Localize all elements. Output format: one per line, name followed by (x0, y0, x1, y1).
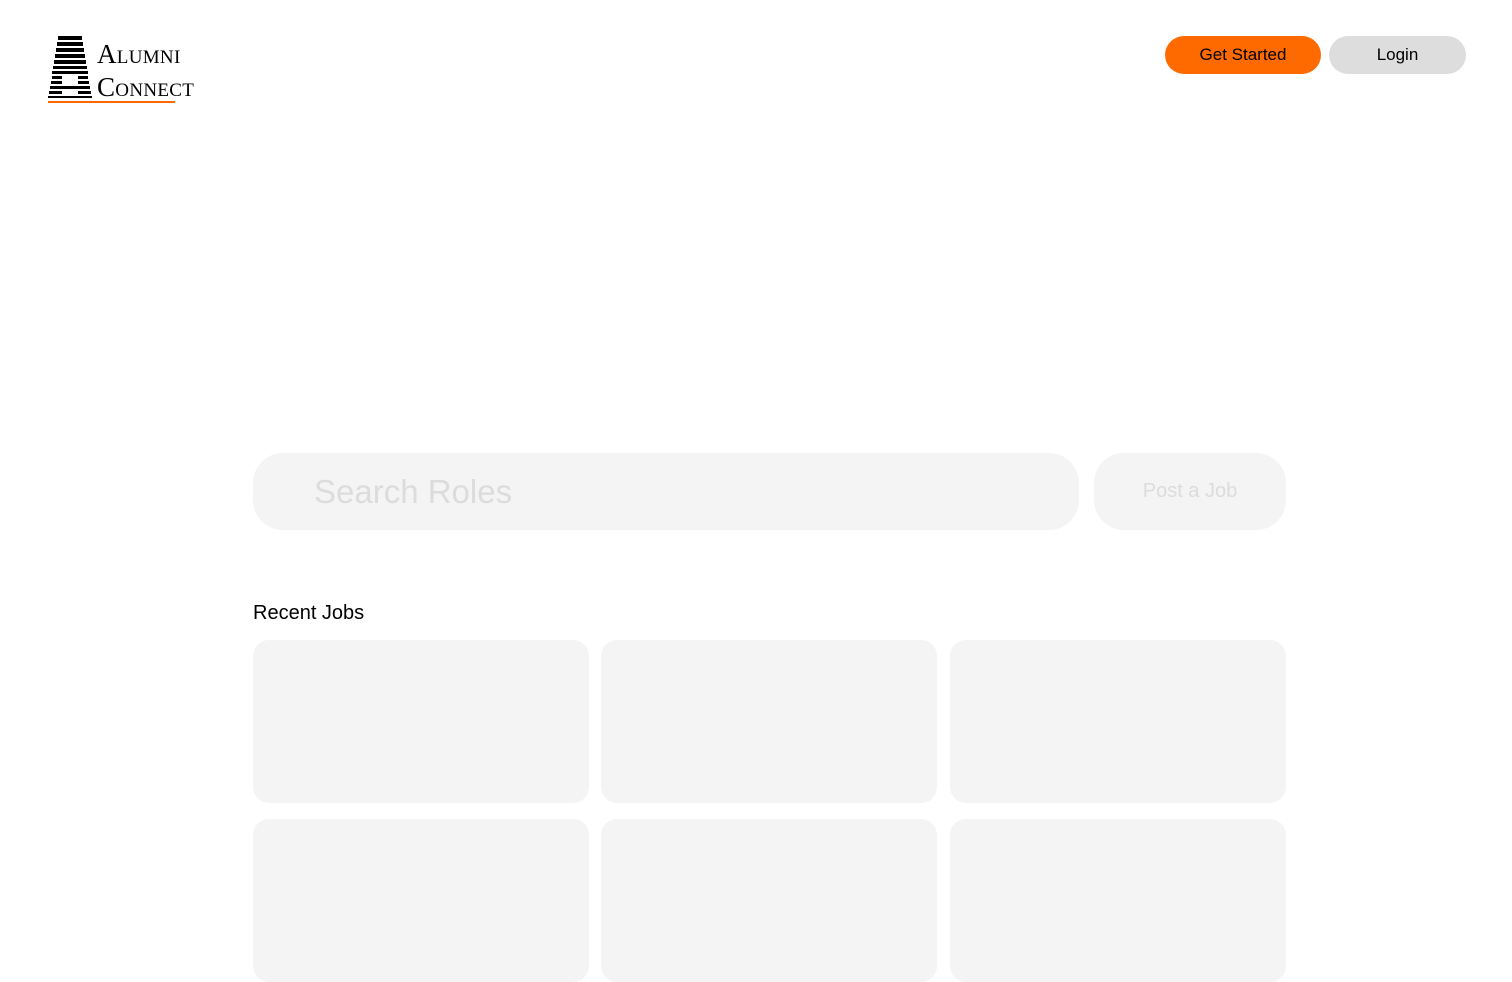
job-card[interactable] (950, 640, 1286, 803)
job-card[interactable] (253, 640, 589, 803)
post-job-button[interactable]: Post a Job (1094, 453, 1286, 530)
job-card[interactable] (601, 640, 937, 803)
job-card[interactable] (950, 819, 1286, 982)
search-roles-box (253, 453, 1079, 530)
logo-line-1: Alumni (97, 39, 181, 69)
search-roles-input[interactable] (253, 453, 1079, 530)
logo-wordmark: Alumni Connect (97, 38, 194, 104)
logo-line-2: Connect (97, 72, 195, 102)
login-button[interactable]: Login (1329, 36, 1466, 74)
logo-underline (48, 101, 175, 103)
job-card[interactable] (601, 819, 937, 982)
job-card[interactable] (253, 819, 589, 982)
pillar-a-logo-icon (48, 36, 92, 98)
alumni-connect-logo[interactable]: Alumni Connect (48, 34, 208, 106)
get-started-button[interactable]: Get Started (1165, 36, 1321, 74)
page: Alumni Connect Get Started Login Post a … (0, 0, 1512, 982)
recent-jobs-title: Recent Jobs (253, 602, 365, 624)
